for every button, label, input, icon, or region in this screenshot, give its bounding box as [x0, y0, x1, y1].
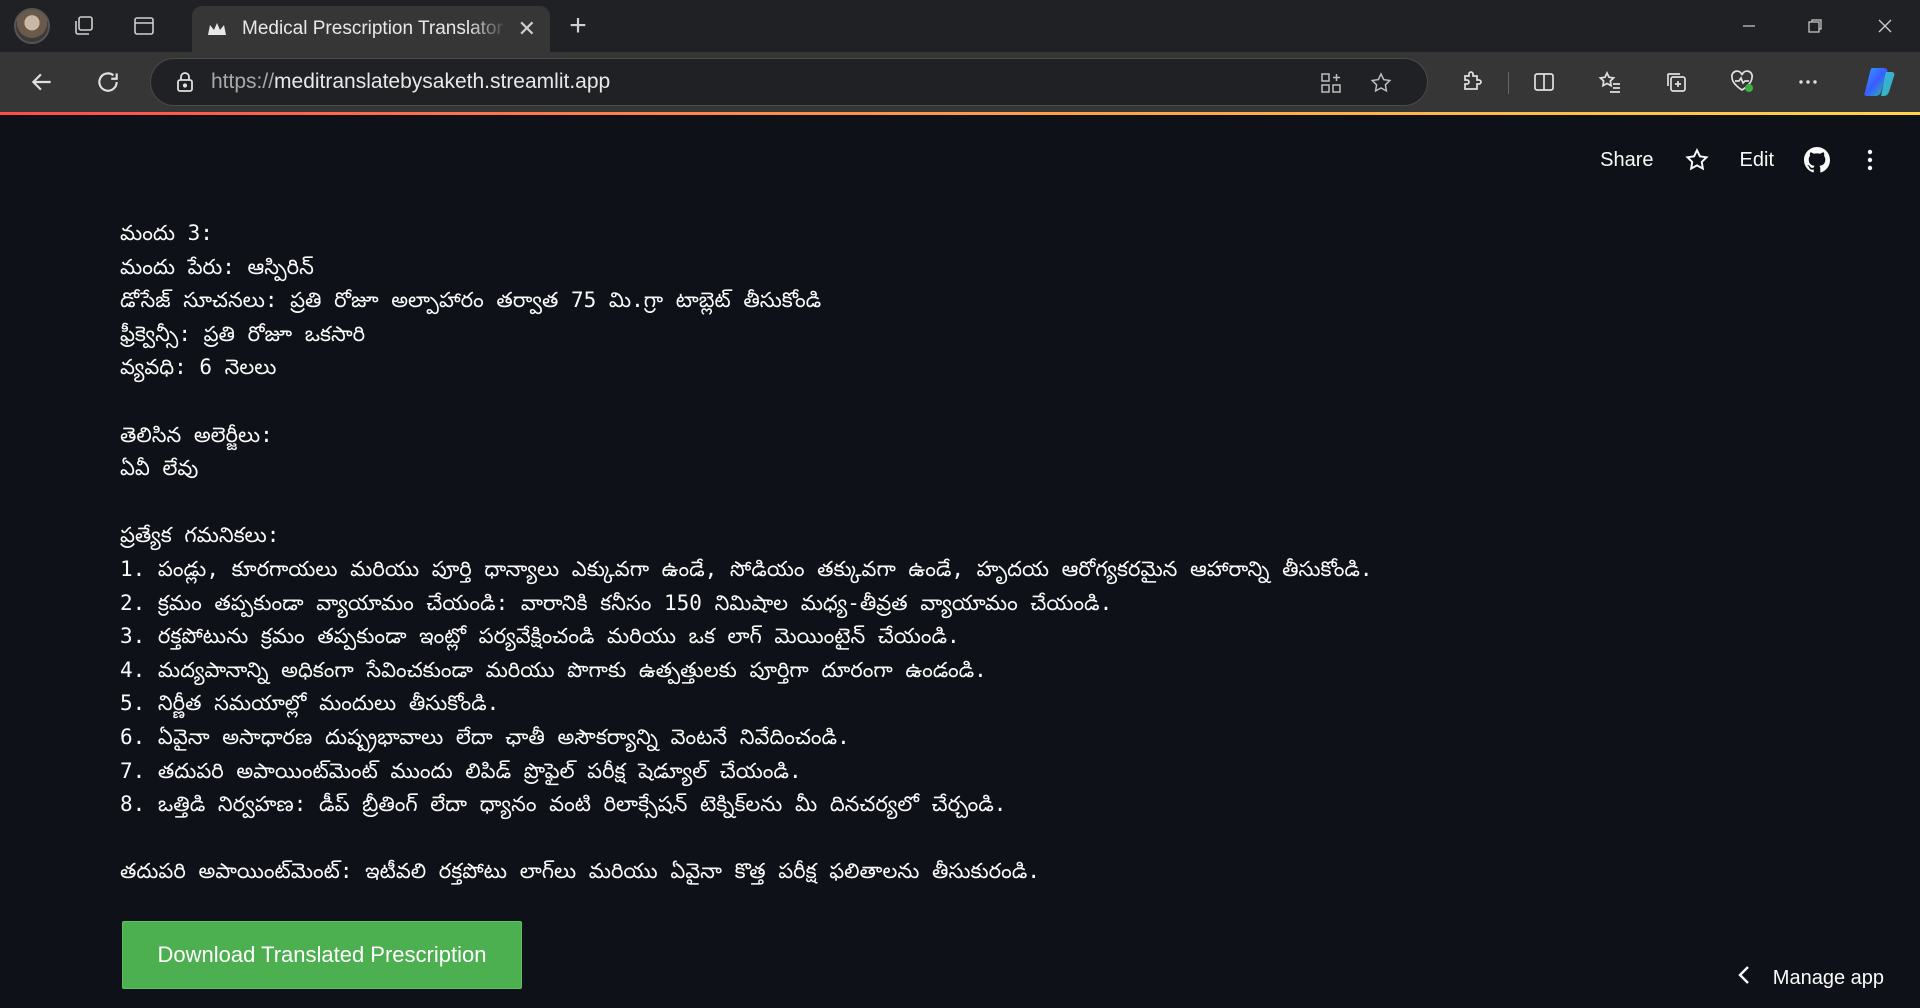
back-arrow-icon[interactable]: [20, 60, 64, 104]
translated-prescription-text: మందు 3: మందు పేరు: ఆస్పిరిన్ డోసేజ్ సూచనలు…: [120, 217, 1820, 889]
browser-essentials-icon[interactable]: [1720, 60, 1764, 104]
more-menu-icon[interactable]: [1786, 60, 1830, 104]
download-translated-prescription-button[interactable]: Download Translated Prescription: [122, 921, 522, 989]
share-button[interactable]: Share: [1600, 149, 1653, 172]
prescription-line: 8. ఒత్తిడి నిర్వహణ: డీప్ బ్రీతింగ్ లేదా …: [120, 792, 1007, 817]
kebab-menu-icon[interactable]: [1860, 147, 1880, 173]
prescription-line: 2. క్రమం తప్పకుండా వ్యాయామం చేయండి: వారా…: [120, 590, 1113, 615]
app-available-icon[interactable]: [1313, 65, 1349, 101]
workspaces-icon[interactable]: [62, 4, 106, 48]
extensions-icon[interactable]: [1450, 60, 1494, 104]
star-icon[interactable]: [1684, 147, 1710, 173]
prescription-line: 3. రక్తపోటును క్రమం తప్పకుండా ఇంట్లో పర్…: [120, 624, 960, 649]
prescription-line: 7. తదుపరి అపాయింట్‌మెంట్ ముందు లిపిడ్ ప్…: [120, 758, 802, 783]
github-icon[interactable]: [1804, 147, 1830, 173]
app-header-toolbar: Share Edit: [1600, 147, 1880, 173]
profile-avatar[interactable]: [14, 8, 50, 44]
manage-app-label: Manage app: [1772, 966, 1884, 989]
collections-icon[interactable]: [1654, 60, 1698, 104]
browser-tab-strip: Medical Prescription Translator · Stream…: [0, 0, 1920, 52]
restore-icon[interactable]: [1782, 0, 1848, 52]
refresh-icon[interactable]: [86, 60, 130, 104]
favorite-star-icon[interactable]: [1363, 65, 1399, 101]
streamlit-app: Share Edit మందు 3: మందు పేరు: ఆస్పిరిన్ డో…: [0, 115, 1920, 1008]
prescription-line: వ్యవధి: 6 నెలలు: [120, 355, 277, 380]
prescription-line: ఏవీ లేవు: [120, 456, 199, 481]
prescription-line: మందు 3:: [120, 221, 213, 245]
prescription-line: ఫ్రీక్వెన్సీ: ప్రతి రోజూ ఒకసారి: [120, 321, 366, 346]
prescription-lines: మందు 3: మందు పేరు: ఆస్పిరిన్ డోసేజ్ సూచనలు…: [120, 217, 1820, 889]
streamlit-crown-icon: [206, 18, 228, 40]
edit-button[interactable]: Edit: [1740, 149, 1774, 172]
active-tab[interactable]: Medical Prescription Translator · Stream…: [192, 6, 550, 52]
lock-icon[interactable]: [175, 71, 195, 93]
tab-close-icon[interactable]: ✕: [518, 16, 536, 42]
manage-app-button[interactable]: Manage app: [1737, 964, 1884, 992]
prescription-line: తదుపరి అపాయింట్‌మెంట్: ఇటీవలి రక్తపోటు ల…: [120, 859, 1040, 884]
browser-navbar: https://meditranslatebysaketh.streamlit.…: [0, 52, 1920, 112]
tab-title: Medical Prescription Translator · Stream…: [242, 18, 508, 39]
prescription-line: తెలిసిన అలెర్జీలు:: [120, 422, 273, 447]
minimize-icon[interactable]: [1716, 0, 1782, 52]
vertical-tabs-icon[interactable]: [122, 4, 166, 48]
prescription-line: ప్రత్యేక గమనికలు:: [120, 523, 280, 548]
prescription-line: 6. ఏవైనా అసాధారణ దుష్ప్రభావాలు లేదా ఛాతీ…: [120, 724, 850, 749]
url-text[interactable]: https://meditranslatebysaketh.streamlit.…: [211, 70, 610, 94]
close-window-icon[interactable]: [1852, 0, 1918, 52]
address-bar[interactable]: https://meditranslatebysaketh.streamlit.…: [150, 58, 1428, 106]
prescription-line: 4. మద్యపానాన్ని అధికంగా సేవించకుండా మరియ…: [120, 657, 987, 682]
prescription-line: డోసేజ్ సూచనలు: ప్రతి రోజూ అల్పాహారం తర్వ…: [120, 288, 822, 313]
new-tab-icon[interactable]: +: [560, 8, 596, 44]
copilot-icon[interactable]: [1858, 60, 1902, 104]
favorites-icon[interactable]: [1588, 60, 1632, 104]
toolbar-divider: [1508, 72, 1509, 94]
split-screen-icon[interactable]: [1522, 60, 1566, 104]
prescription-line: 5. నిర్ణీత సమయాల్లో మందులు తీసుకోండి.: [120, 691, 500, 716]
prescription-line: 1. పండ్లు, కూరగాయలు మరియు పూర్తి ధాన్యాల…: [120, 556, 1373, 581]
prescription-line: మందు పేరు: ఆస్పిరిన్: [120, 254, 314, 279]
chevron-left-icon: [1737, 964, 1751, 992]
